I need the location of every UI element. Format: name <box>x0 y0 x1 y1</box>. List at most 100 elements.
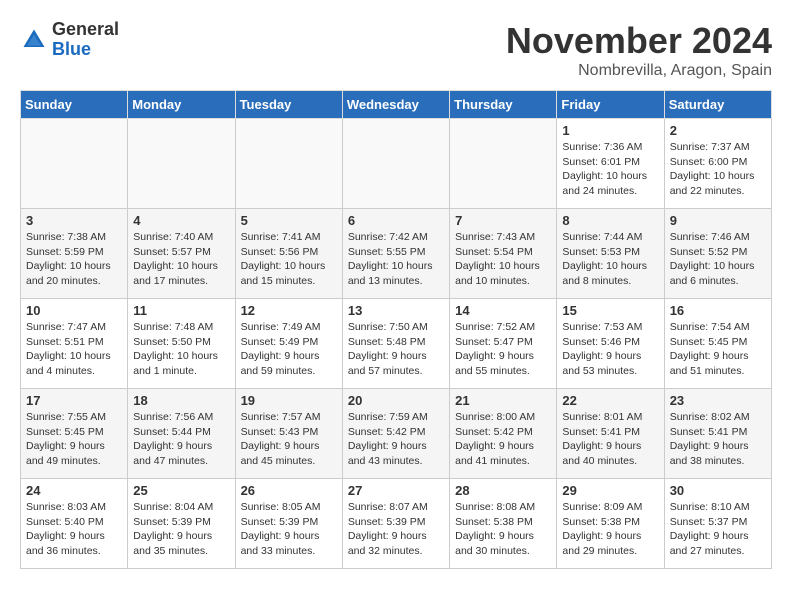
day-info: Sunrise: 7:52 AM Sunset: 5:47 PM Dayligh… <box>455 320 551 379</box>
calendar-cell: 24 Sunrise: 8:03 AM Sunset: 5:40 PM Dayli… <box>21 479 128 569</box>
calendar-cell: 16 Sunrise: 7:54 AM Sunset: 5:45 PM Dayli… <box>664 299 771 389</box>
day-number: 29 <box>562 483 658 498</box>
day-number: 24 <box>26 483 122 498</box>
month-title: November 2024 <box>506 20 772 62</box>
day-number: 23 <box>670 393 766 408</box>
day-number: 12 <box>241 303 337 318</box>
calendar-cell: 26Sunrise: 8:05 AM Sunset: 5:39 PM Dayli… <box>235 479 342 569</box>
day-number: 8 <box>562 213 658 228</box>
calendar-cell: 5 Sunrise: 7:41 AM Sunset: 5:56 PM Daylig… <box>235 209 342 299</box>
calendar-cell: 21 Sunrise: 8:00 AM Sunset: 5:42 PM Dayli… <box>450 389 557 479</box>
day-number: 18 <box>133 393 229 408</box>
day-number: 21 <box>455 393 551 408</box>
day-info: Sunrise: 7:50 AM Sunset: 5:48 PM Dayligh… <box>348 320 444 379</box>
day-info: Sunrise: 7:36 AM Sunset: 6:01 PM Dayligh… <box>562 140 658 199</box>
day-info: Sunrise: 7:44 AM Sunset: 5:53 PM Dayligh… <box>562 230 658 289</box>
day-info: Sunrise: 7:38 AM Sunset: 5:59 PM Dayligh… <box>26 230 122 289</box>
logo: General Blue <box>20 20 119 60</box>
day-info: Sunrise: 7:57 AM Sunset: 5:43 PM Dayligh… <box>241 410 337 469</box>
day-number: 20 <box>348 393 444 408</box>
calendar-cell: 28Sunrise: 8:08 AM Sunset: 5:38 PM Dayli… <box>450 479 557 569</box>
header: General Blue November 2024 Nombrevilla, … <box>20 20 772 80</box>
logo-icon <box>20 26 48 54</box>
calendar-cell: 22 Sunrise: 8:01 AM Sunset: 5:41 PM Dayli… <box>557 389 664 479</box>
logo-text: General Blue <box>52 20 119 60</box>
day-info: Sunrise: 7:55 AM Sunset: 5:45 PM Dayligh… <box>26 410 122 469</box>
day-header-sunday: Sunday <box>21 91 128 119</box>
week-row-1: 3Sunrise: 7:38 AM Sunset: 5:59 PM Daylig… <box>21 209 772 299</box>
calendar-cell: 7 Sunrise: 7:43 AM Sunset: 5:54 PM Daylig… <box>450 209 557 299</box>
calendar-cell: 10 Sunrise: 7:47 AM Sunset: 5:51 PM Dayli… <box>21 299 128 389</box>
calendar-table: SundayMondayTuesdayWednesdayThursdayFrid… <box>20 90 772 569</box>
day-info: Sunrise: 8:03 AM Sunset: 5:40 PM Dayligh… <box>26 500 122 559</box>
day-info: Sunrise: 8:00 AM Sunset: 5:42 PM Dayligh… <box>455 410 551 469</box>
day-number: 30 <box>670 483 766 498</box>
day-info: Sunrise: 8:08 AM Sunset: 5:38 PM Dayligh… <box>455 500 551 559</box>
logo-blue: Blue <box>52 40 119 60</box>
calendar-cell: 13 Sunrise: 7:50 AM Sunset: 5:48 PM Dayli… <box>342 299 449 389</box>
day-number: 16 <box>670 303 766 318</box>
day-number: 1 <box>562 123 658 138</box>
day-info: Sunrise: 8:01 AM Sunset: 5:41 PM Dayligh… <box>562 410 658 469</box>
day-number: 13 <box>348 303 444 318</box>
calendar-cell: 17 Sunrise: 7:55 AM Sunset: 5:45 PM Dayli… <box>21 389 128 479</box>
day-info: Sunrise: 8:07 AM Sunset: 5:39 PM Dayligh… <box>348 500 444 559</box>
day-info: Sunrise: 7:43 AM Sunset: 5:54 PM Dayligh… <box>455 230 551 289</box>
day-number: 17 <box>26 393 122 408</box>
day-info: Sunrise: 7:41 AM Sunset: 5:56 PM Dayligh… <box>241 230 337 289</box>
calendar-cell: 1 Sunrise: 7:36 AM Sunset: 6:01 PM Daylig… <box>557 119 664 209</box>
calendar-cell: 8 Sunrise: 7:44 AM Sunset: 5:53 PM Daylig… <box>557 209 664 299</box>
day-header-tuesday: Tuesday <box>235 91 342 119</box>
day-header-wednesday: Wednesday <box>342 91 449 119</box>
calendar-cell: 30 Sunrise: 8:10 AM Sunset: 5:37 PM Dayli… <box>664 479 771 569</box>
day-number: 5 <box>241 213 337 228</box>
day-number: 2 <box>670 123 766 138</box>
calendar-cell: 18Sunrise: 7:56 AM Sunset: 5:44 PM Dayli… <box>128 389 235 479</box>
title-area: November 2024 Nombrevilla, Aragon, Spain <box>506 20 772 80</box>
calendar-cell: 29 Sunrise: 8:09 AM Sunset: 5:38 PM Dayli… <box>557 479 664 569</box>
week-row-4: 24 Sunrise: 8:03 AM Sunset: 5:40 PM Dayli… <box>21 479 772 569</box>
calendar-cell: 4 Sunrise: 7:40 AM Sunset: 5:57 PM Daylig… <box>128 209 235 299</box>
day-info: Sunrise: 8:10 AM Sunset: 5:37 PM Dayligh… <box>670 500 766 559</box>
day-info: Sunrise: 8:05 AM Sunset: 5:39 PM Dayligh… <box>241 500 337 559</box>
day-info: Sunrise: 8:09 AM Sunset: 5:38 PM Dayligh… <box>562 500 658 559</box>
logo-general: General <box>52 20 119 40</box>
day-header-friday: Friday <box>557 91 664 119</box>
day-info: Sunrise: 7:40 AM Sunset: 5:57 PM Dayligh… <box>133 230 229 289</box>
day-info: Sunrise: 8:04 AM Sunset: 5:39 PM Dayligh… <box>133 500 229 559</box>
calendar-cell: 9Sunrise: 7:46 AM Sunset: 5:52 PM Daylig… <box>664 209 771 299</box>
day-number: 19 <box>241 393 337 408</box>
day-number: 4 <box>133 213 229 228</box>
calendar-cell: 20 Sunrise: 7:59 AM Sunset: 5:42 PM Dayli… <box>342 389 449 479</box>
day-info: Sunrise: 7:37 AM Sunset: 6:00 PM Dayligh… <box>670 140 766 199</box>
day-info: Sunrise: 7:49 AM Sunset: 5:49 PM Dayligh… <box>241 320 337 379</box>
day-header-saturday: Saturday <box>664 91 771 119</box>
day-info: Sunrise: 7:53 AM Sunset: 5:46 PM Dayligh… <box>562 320 658 379</box>
day-number: 7 <box>455 213 551 228</box>
day-number: 6 <box>348 213 444 228</box>
calendar-cell: 6Sunrise: 7:42 AM Sunset: 5:55 PM Daylig… <box>342 209 449 299</box>
header-row: SundayMondayTuesdayWednesdayThursdayFrid… <box>21 91 772 119</box>
calendar-cell <box>128 119 235 209</box>
day-info: Sunrise: 7:46 AM Sunset: 5:52 PM Dayligh… <box>670 230 766 289</box>
calendar-cell: 3Sunrise: 7:38 AM Sunset: 5:59 PM Daylig… <box>21 209 128 299</box>
day-number: 22 <box>562 393 658 408</box>
calendar-cell: 11Sunrise: 7:48 AM Sunset: 5:50 PM Dayli… <box>128 299 235 389</box>
day-number: 27 <box>348 483 444 498</box>
day-info: Sunrise: 7:47 AM Sunset: 5:51 PM Dayligh… <box>26 320 122 379</box>
calendar-cell: 25Sunrise: 8:04 AM Sunset: 5:39 PM Dayli… <box>128 479 235 569</box>
day-info: Sunrise: 8:02 AM Sunset: 5:41 PM Dayligh… <box>670 410 766 469</box>
day-header-monday: Monday <box>128 91 235 119</box>
calendar-cell <box>450 119 557 209</box>
calendar-cell: 15Sunrise: 7:53 AM Sunset: 5:46 PM Dayli… <box>557 299 664 389</box>
calendar-cell: 23 Sunrise: 8:02 AM Sunset: 5:41 PM Dayli… <box>664 389 771 479</box>
calendar-cell <box>342 119 449 209</box>
calendar-cell <box>21 119 128 209</box>
week-row-3: 17 Sunrise: 7:55 AM Sunset: 5:45 PM Dayli… <box>21 389 772 479</box>
calendar-cell: 2 Sunrise: 7:37 AM Sunset: 6:00 PM Daylig… <box>664 119 771 209</box>
day-number: 10 <box>26 303 122 318</box>
day-info: Sunrise: 7:59 AM Sunset: 5:42 PM Dayligh… <box>348 410 444 469</box>
day-info: Sunrise: 7:54 AM Sunset: 5:45 PM Dayligh… <box>670 320 766 379</box>
calendar-cell: 19 Sunrise: 7:57 AM Sunset: 5:43 PM Dayli… <box>235 389 342 479</box>
calendar-cell: 12 Sunrise: 7:49 AM Sunset: 5:49 PM Dayli… <box>235 299 342 389</box>
